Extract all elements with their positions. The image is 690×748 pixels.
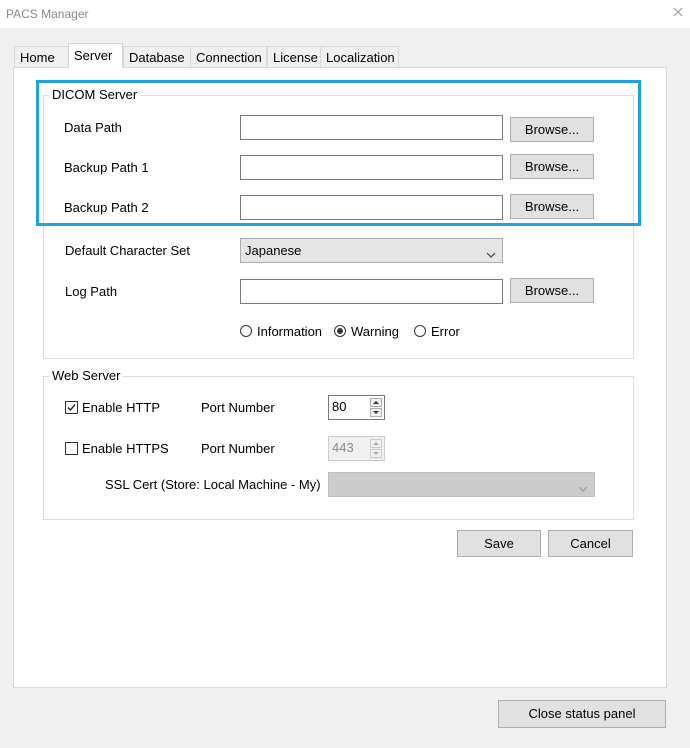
- log-path-browse-button[interactable]: Browse...: [510, 278, 594, 303]
- window-title: PACS Manager: [6, 7, 89, 21]
- chevron-down-icon: [486, 244, 496, 258]
- log-level-information-label: Information: [257, 324, 323, 339]
- http-port-label: Port Number: [201, 400, 275, 415]
- radio-selected-dot: [337, 328, 343, 334]
- tab-connection-label: Connection: [196, 50, 262, 65]
- tab-connection[interactable]: Connection: [190, 46, 267, 67]
- tab-database[interactable]: Database: [123, 46, 191, 67]
- http-port-value: 80: [332, 399, 347, 414]
- close-status-panel-button[interactable]: Close status panel: [498, 700, 666, 728]
- tab-localization[interactable]: Localization: [320, 46, 399, 67]
- log-level-warning-label: Warning: [351, 324, 399, 339]
- close-icon[interactable]: [670, 5, 686, 21]
- checkmark-icon: [67, 404, 76, 412]
- tab-server-label: Server: [74, 48, 113, 63]
- tab-localization-label: Localization: [326, 50, 395, 65]
- cancel-button[interactable]: Cancel: [548, 530, 633, 557]
- tab-home-label: Home: [20, 50, 55, 65]
- tab-license-label: License: [273, 50, 318, 65]
- http-port-stepper[interactable]: 80: [328, 395, 385, 420]
- log-path-label: Log Path: [65, 284, 118, 299]
- spin-down-icon: [370, 449, 382, 458]
- spin-up-icon[interactable]: [370, 398, 382, 407]
- tab-server[interactable]: Server: [68, 43, 123, 68]
- log-level-warning-radio[interactable]: [334, 325, 346, 337]
- chevron-down-icon: [578, 478, 588, 492]
- log-path-input[interactable]: [240, 279, 503, 304]
- charset-selected-value: Japanese: [245, 243, 302, 258]
- title-bar: [0, 0, 690, 28]
- enable-https-label: Enable HTTPS: [82, 441, 169, 456]
- spin-down-icon[interactable]: [370, 408, 382, 417]
- log-level-information-radio[interactable]: [240, 325, 252, 337]
- ssl-cert-select[interactable]: [328, 472, 595, 497]
- tab-database-label: Database: [129, 50, 185, 65]
- log-level-error-label: Error: [431, 324, 460, 339]
- save-button[interactable]: Save: [457, 530, 541, 557]
- tab-license[interactable]: License: [267, 46, 321, 67]
- charset-label: Default Character Set: [65, 243, 191, 258]
- spin-up-icon: [370, 439, 382, 448]
- ssl-cert-label: SSL Cert (Store: Local Machine - My): [105, 477, 321, 492]
- enable-https-checkbox[interactable]: [65, 442, 78, 455]
- web-server-group-title: Web Server: [49, 368, 124, 383]
- enable-http-checkbox[interactable]: [65, 401, 78, 414]
- https-port-value: 443: [332, 440, 354, 455]
- highlight-box: [36, 80, 641, 226]
- tab-home[interactable]: Home: [14, 46, 69, 67]
- https-port-label: Port Number: [201, 441, 275, 456]
- enable-http-label: Enable HTTP: [82, 400, 161, 415]
- log-level-error-radio[interactable]: [414, 325, 426, 337]
- https-port-stepper[interactable]: 443: [328, 436, 385, 461]
- charset-select[interactable]: Japanese: [240, 238, 503, 263]
